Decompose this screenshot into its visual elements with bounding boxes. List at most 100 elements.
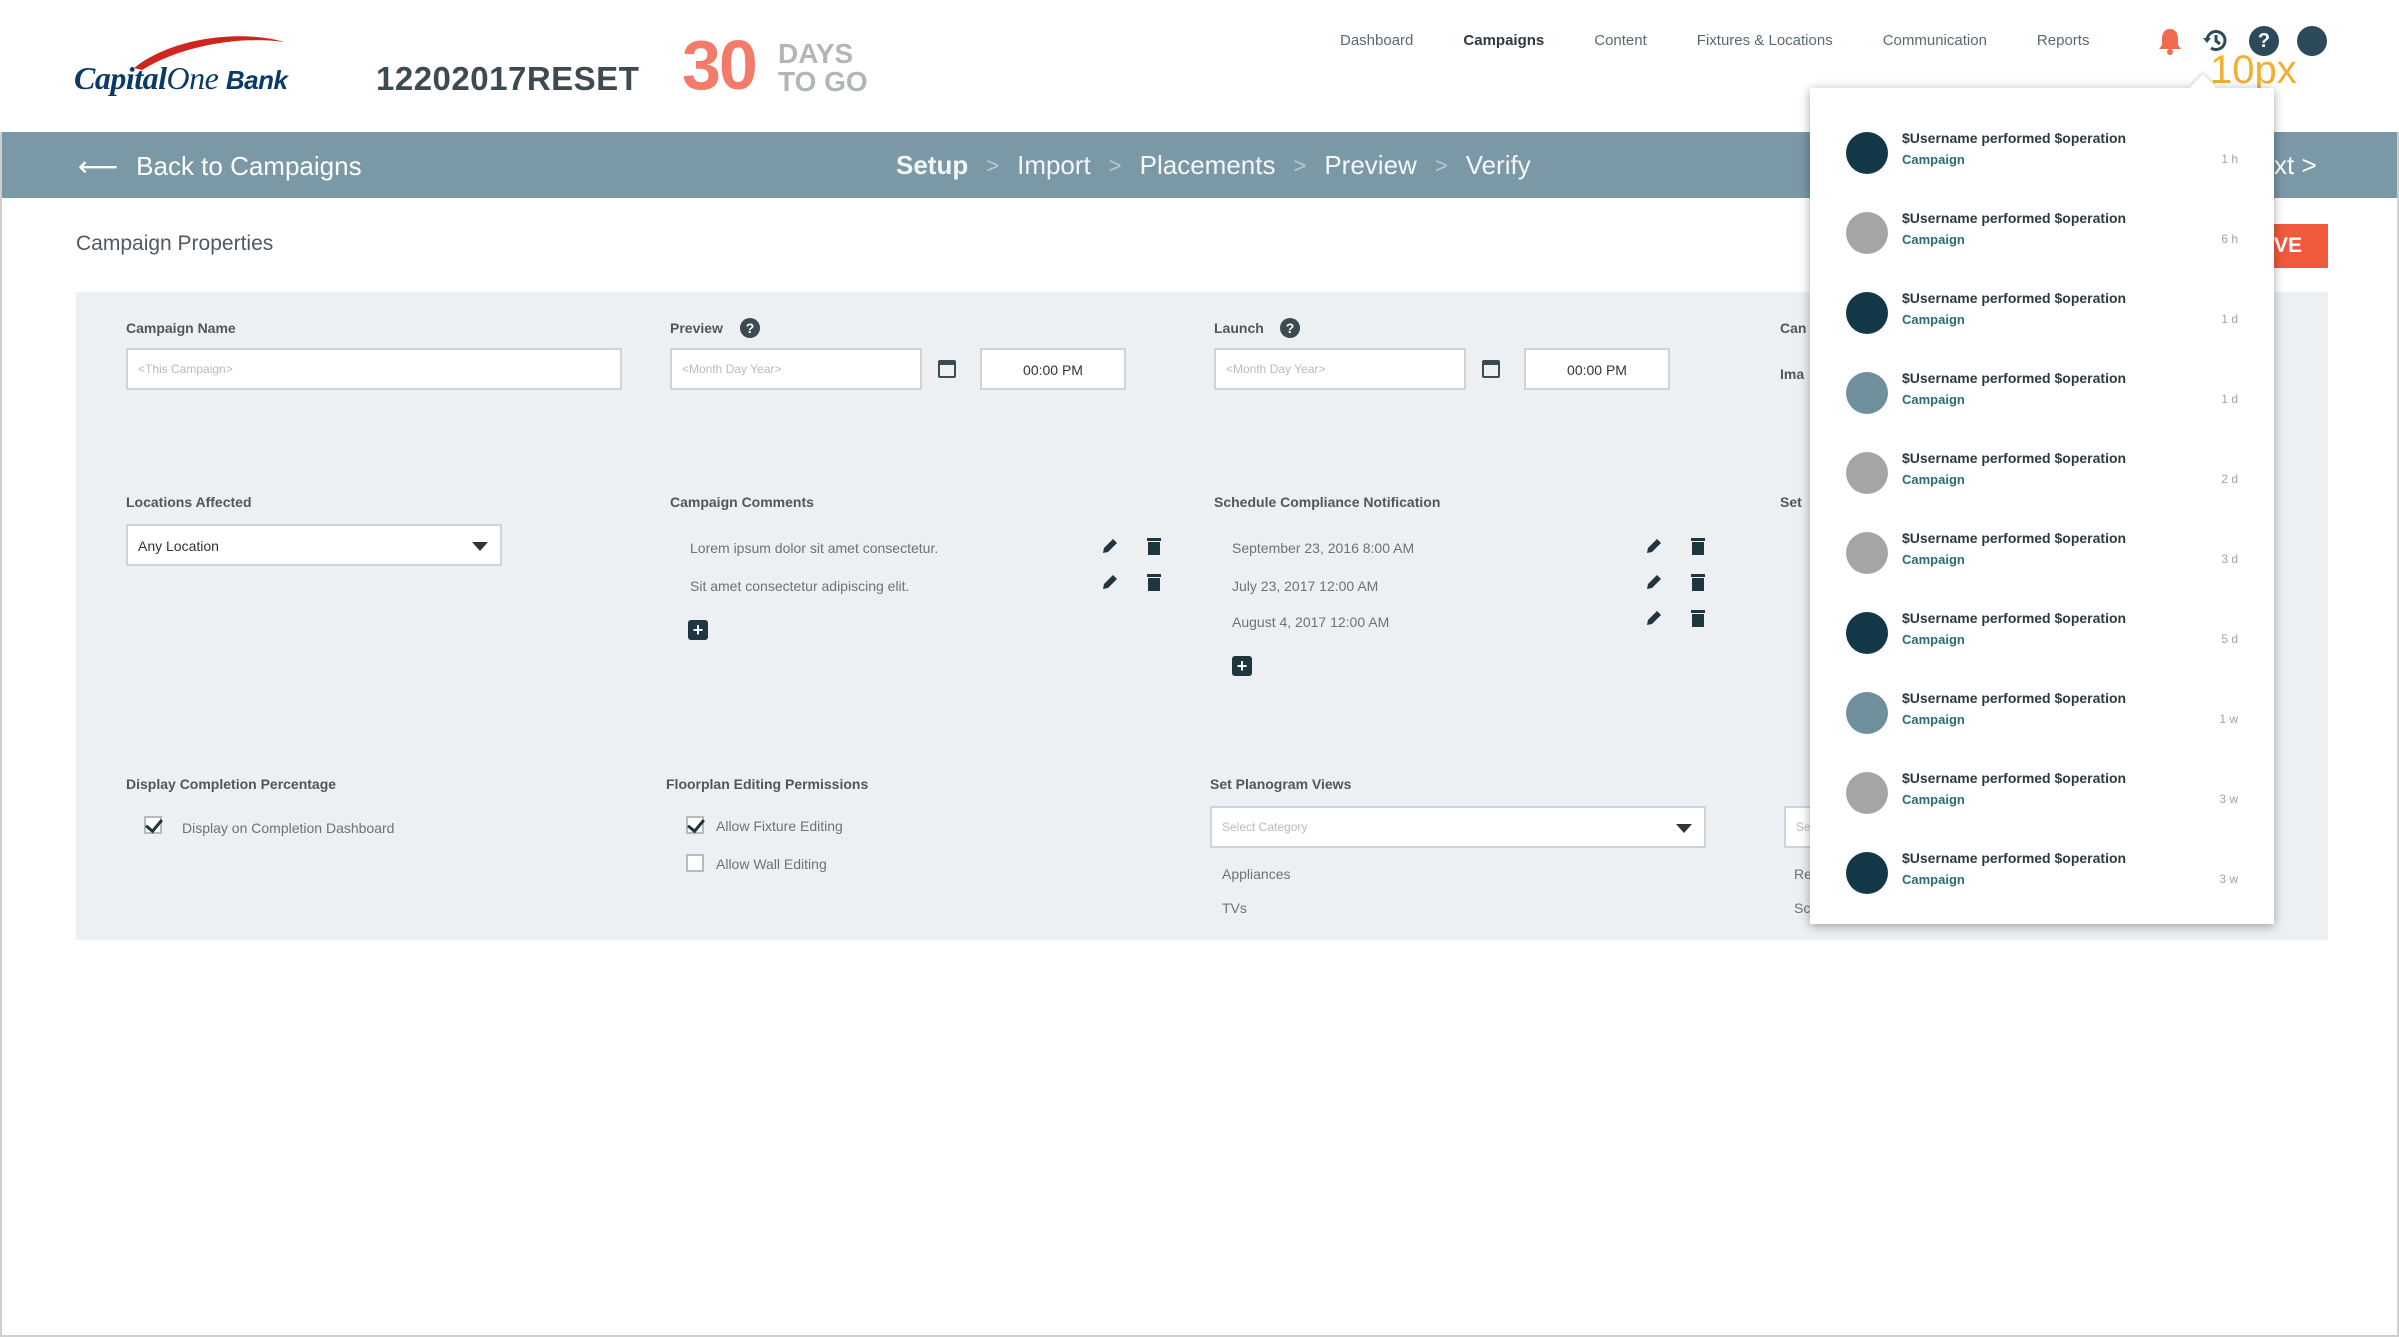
pencil-icon[interactable]	[1100, 572, 1120, 592]
step-verify[interactable]: Verify	[1466, 150, 1531, 181]
bell-icon[interactable]	[2155, 26, 2185, 56]
next-button[interactable]: xt >	[2274, 150, 2317, 181]
allow-fixture-editing-label: Allow Fixture Editing	[716, 818, 843, 834]
step-preview[interactable]: Preview	[1324, 150, 1416, 181]
user-avatar	[1846, 212, 1888, 254]
activity-link[interactable]: Campaign	[1902, 472, 1965, 487]
days-remaining-number: 30	[682, 26, 758, 104]
preview-time-input[interactable]: 00:00 PM	[980, 348, 1126, 390]
activity-link[interactable]: Campaign	[1902, 632, 1965, 647]
locations-select-value: Any Location	[138, 538, 219, 554]
nav-campaigns[interactable]: Campaigns	[1463, 32, 1544, 49]
nav-content[interactable]: Content	[1594, 32, 1647, 49]
preview-date-input[interactable]: <Month Day Year>	[670, 348, 922, 390]
activity-item[interactable]: $Username performed $operation Campaign …	[1810, 520, 2274, 600]
display-completion-checkbox[interactable]	[144, 816, 162, 834]
activity-item[interactable]: $Username performed $operation Campaign …	[1810, 200, 2274, 280]
launch-date-input[interactable]: <Month Day Year>	[1214, 348, 1466, 390]
calendar-icon[interactable]	[938, 360, 956, 378]
page-title: Campaign Properties	[76, 232, 274, 255]
planogram-item[interactable]: Appliances	[1222, 866, 1291, 882]
compliance-label: Schedule Compliance Notification	[1214, 494, 1441, 510]
activity-link[interactable]: Campaign	[1902, 872, 1965, 887]
trash-icon[interactable]	[1690, 608, 1706, 628]
launch-help-icon[interactable]: ?	[1280, 318, 1300, 338]
activity-item[interactable]: $Username performed $operation Campaign …	[1810, 440, 2274, 520]
comments-label: Campaign Comments	[670, 494, 814, 510]
launch-label: Launch	[1214, 320, 1264, 336]
activity-item[interactable]: $Username performed $operation Campaign …	[1810, 120, 2274, 200]
activity-link[interactable]: Campaign	[1902, 712, 1965, 727]
back-label: Back to Campaigns	[136, 151, 362, 181]
activity-link[interactable]: Campaign	[1902, 152, 1965, 167]
activity-time: 1 d	[2221, 312, 2238, 326]
trash-icon[interactable]	[1146, 536, 1162, 556]
planogram-item[interactable]: TVs	[1222, 900, 1247, 916]
capital-one-logo[interactable]: CapitalOne Bank	[74, 30, 334, 110]
user-avatar[interactable]	[2297, 26, 2327, 56]
calendar-icon[interactable]	[1482, 360, 1500, 378]
activity-item[interactable]: $Username performed $operation Campaign …	[1810, 360, 2274, 440]
trash-icon[interactable]	[1690, 536, 1706, 556]
activity-link[interactable]: Campaign	[1902, 552, 1965, 567]
planogram-label: Set Planogram Views	[1210, 776, 1352, 792]
annotation-note: 10px	[2210, 48, 2297, 92]
campaign-name-input[interactable]: <This Campaign>	[126, 348, 622, 390]
locations-label: Locations Affected	[126, 494, 252, 510]
set-label-fragment: Set	[1780, 494, 1802, 510]
activity-item[interactable]: $Username performed $operation Campaign …	[1810, 760, 2274, 840]
compliance-item: September 23, 2016 8:00 AM	[1232, 540, 1415, 556]
activity-message: $Username performed $operation	[1902, 290, 2127, 306]
compliance-item: August 4, 2017 12:00 AM	[1232, 614, 1390, 630]
pencil-icon[interactable]	[1644, 536, 1664, 556]
days-remaining-label: DAYS TO GO	[778, 40, 868, 96]
chevron-right-icon: >	[1434, 152, 1448, 178]
planogram-category-select[interactable]: Select Category	[1210, 806, 1706, 848]
back-to-campaigns-link[interactable]: ⟵ Back to Campaigns	[78, 150, 362, 183]
nav-fixtures-locations[interactable]: Fixtures & Locations	[1697, 32, 1833, 49]
user-avatar	[1846, 452, 1888, 494]
activity-message: $Username performed $operation	[1902, 610, 2127, 626]
trash-icon[interactable]	[1146, 572, 1162, 592]
launch-time-input[interactable]: 00:00 PM	[1524, 348, 1670, 390]
add-notification-icon[interactable]: +	[1232, 656, 1252, 676]
activity-time: 1 h	[2221, 152, 2238, 166]
activity-link[interactable]: Campaign	[1902, 392, 1965, 407]
pencil-icon[interactable]	[1644, 572, 1664, 592]
pencil-icon[interactable]	[1644, 608, 1664, 628]
step-setup[interactable]: Setup	[896, 150, 968, 181]
activity-item[interactable]: $Username performed $operation Campaign …	[1810, 280, 2274, 360]
step-placements[interactable]: Placements	[1140, 150, 1276, 181]
user-avatar	[1846, 852, 1888, 894]
activity-message: $Username performed $operation	[1902, 450, 2127, 466]
days-label-line2: TO GO	[778, 66, 868, 97]
nav-communication[interactable]: Communication	[1883, 32, 1987, 49]
user-avatar	[1846, 132, 1888, 174]
display-completion-label: Display Completion Percentage	[126, 776, 337, 792]
planogram-select-placeholder: Select Category	[1222, 820, 1308, 834]
add-comment-icon[interactable]: +	[688, 620, 708, 640]
preview-help-icon[interactable]: ?	[740, 318, 760, 338]
top-nav: Dashboard Campaigns Content Fixtures & L…	[1340, 32, 2139, 49]
step-import[interactable]: Import	[1017, 150, 1091, 181]
preview-label: Preview	[670, 320, 723, 336]
chevron-right-icon: >	[1108, 152, 1122, 178]
column4-label: Can	[1780, 320, 1807, 336]
allow-wall-editing-checkbox[interactable]	[686, 854, 704, 872]
pencil-icon[interactable]	[1100, 536, 1120, 556]
floorplan-label: Floorplan Editing Permissions	[666, 776, 869, 792]
nav-dashboard[interactable]: Dashboard	[1340, 32, 1413, 49]
activity-message: $Username performed $operation	[1902, 130, 2127, 146]
activity-link[interactable]: Campaign	[1902, 232, 1965, 247]
activity-link[interactable]: Campaign	[1902, 312, 1965, 327]
logo-wordmark: CapitalOne Bank	[74, 60, 288, 97]
activity-item[interactable]: $Username performed $operation Campaign …	[1810, 840, 2274, 920]
locations-select[interactable]: Any Location	[126, 524, 502, 566]
activity-item[interactable]: $Username performed $operation Campaign …	[1810, 680, 2274, 760]
nav-reports[interactable]: Reports	[2037, 32, 2090, 49]
trash-icon[interactable]	[1690, 572, 1706, 592]
activity-link[interactable]: Campaign	[1902, 792, 1965, 807]
allow-fixture-editing-checkbox[interactable]	[686, 816, 704, 834]
caret-down-icon	[1676, 824, 1692, 833]
activity-item[interactable]: $Username performed $operation Campaign …	[1810, 600, 2274, 680]
